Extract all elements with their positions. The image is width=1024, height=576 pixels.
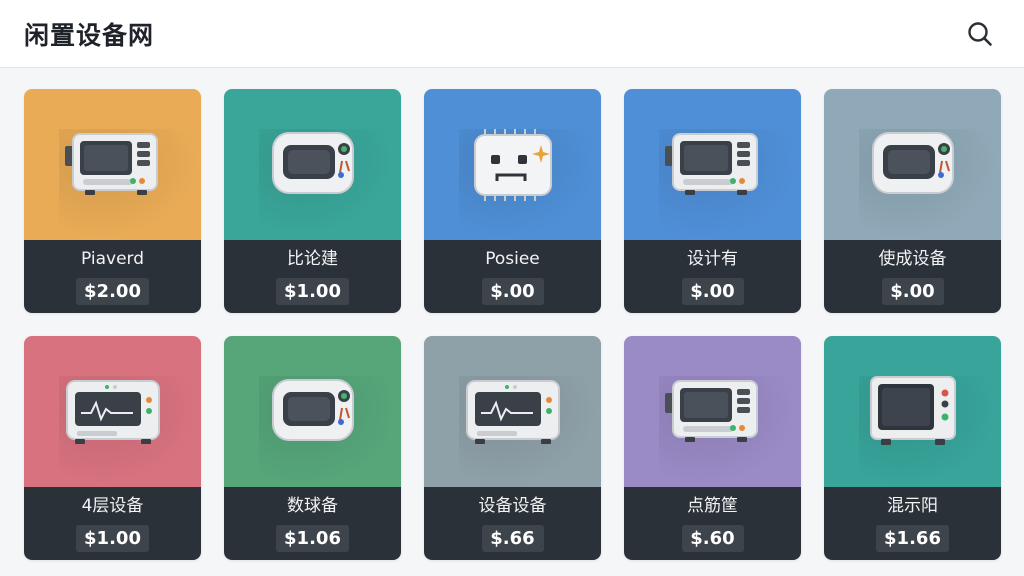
product-info: Posiee $.00 — [424, 240, 601, 313]
tv-device-icon — [869, 375, 956, 445]
top-bar: 闲置设备网 — [0, 0, 1024, 68]
product-image[interactable] — [24, 89, 201, 240]
search-icon — [968, 21, 992, 46]
ecg-monitor-icon — [65, 379, 160, 444]
product-name: 设备设备 — [478, 496, 547, 516]
product-price: $1.00 — [276, 278, 349, 305]
product-image[interactable] — [224, 89, 401, 240]
product-price: $.00 — [681, 278, 744, 305]
product-grid: Piaverd $2.00 比论建 $1.00 Posiee $.00 设计有 $.00 使成设… — [24, 89, 1001, 560]
product-name: 使成设备 — [878, 249, 947, 269]
product-price: $1.06 — [276, 525, 349, 552]
monitor-device-icon — [271, 131, 354, 194]
product-name: 数球备 — [287, 496, 338, 516]
product-card[interactable]: Piaverd $2.00 — [24, 89, 201, 313]
product-image[interactable] — [24, 336, 201, 487]
product-info: 设计有 $.00 — [624, 240, 801, 313]
product-name: 4层设备 — [81, 496, 144, 516]
product-image[interactable] — [624, 89, 801, 240]
product-info: 数球备 $1.06 — [224, 487, 401, 560]
product-info: 比论建 $1.00 — [224, 240, 401, 313]
product-image[interactable] — [424, 336, 601, 487]
product-price: $.00 — [881, 278, 944, 305]
product-card[interactable]: 数球备 $1.06 — [224, 336, 401, 560]
microwave-device-icon — [664, 132, 758, 195]
product-price: $.60 — [681, 525, 744, 552]
product-info: 设备设备 $.66 — [424, 487, 601, 560]
product-info: 点筋筐 $.60 — [624, 487, 801, 560]
product-card[interactable]: 4层设备 $1.00 — [24, 336, 201, 560]
product-name: Posiee — [485, 249, 540, 269]
monitor-device-icon — [271, 378, 354, 441]
product-info: 混示阳 $1.66 — [824, 487, 1001, 560]
product-name: 点筋筐 — [687, 496, 738, 516]
product-name: Piaverd — [80, 249, 145, 269]
product-card[interactable]: Posiee $.00 — [424, 89, 601, 313]
product-price: $2.00 — [76, 278, 149, 305]
product-price: $1.66 — [876, 525, 949, 552]
microwave-device-icon — [64, 132, 158, 195]
product-image[interactable] — [824, 336, 1001, 487]
ecg-monitor-icon — [465, 379, 560, 444]
product-info: 4层设备 $1.00 — [24, 487, 201, 560]
product-price: $.66 — [481, 525, 544, 552]
product-name: 设计有 — [687, 249, 738, 269]
product-card[interactable]: 设备设备 $.66 — [424, 336, 601, 560]
monitor-device-icon — [871, 131, 954, 194]
product-image[interactable] — [824, 89, 1001, 240]
product-price: $.00 — [481, 278, 544, 305]
product-name: 混示阳 — [887, 496, 938, 516]
product-card[interactable]: 比论建 $1.00 — [224, 89, 401, 313]
product-card[interactable]: 点筋筐 $.60 — [624, 336, 801, 560]
microwave-device-icon — [664, 379, 758, 442]
product-name: 比论建 — [287, 249, 338, 269]
product-card[interactable]: 设计有 $.00 — [624, 89, 801, 313]
product-image[interactable] — [424, 89, 601, 240]
product-card[interactable]: 使成设备 $.00 — [824, 89, 1001, 313]
search-button[interactable] — [962, 16, 998, 52]
product-image[interactable] — [624, 336, 801, 487]
product-price: $1.00 — [76, 525, 149, 552]
robot-face-icon — [473, 128, 552, 201]
product-info: Piaverd $2.00 — [24, 240, 201, 313]
product-info: 使成设备 $.00 — [824, 240, 1001, 313]
page-title: 闲置设备网 — [24, 20, 155, 50]
product-image[interactable] — [224, 336, 401, 487]
product-card[interactable]: 混示阳 $1.66 — [824, 336, 1001, 560]
